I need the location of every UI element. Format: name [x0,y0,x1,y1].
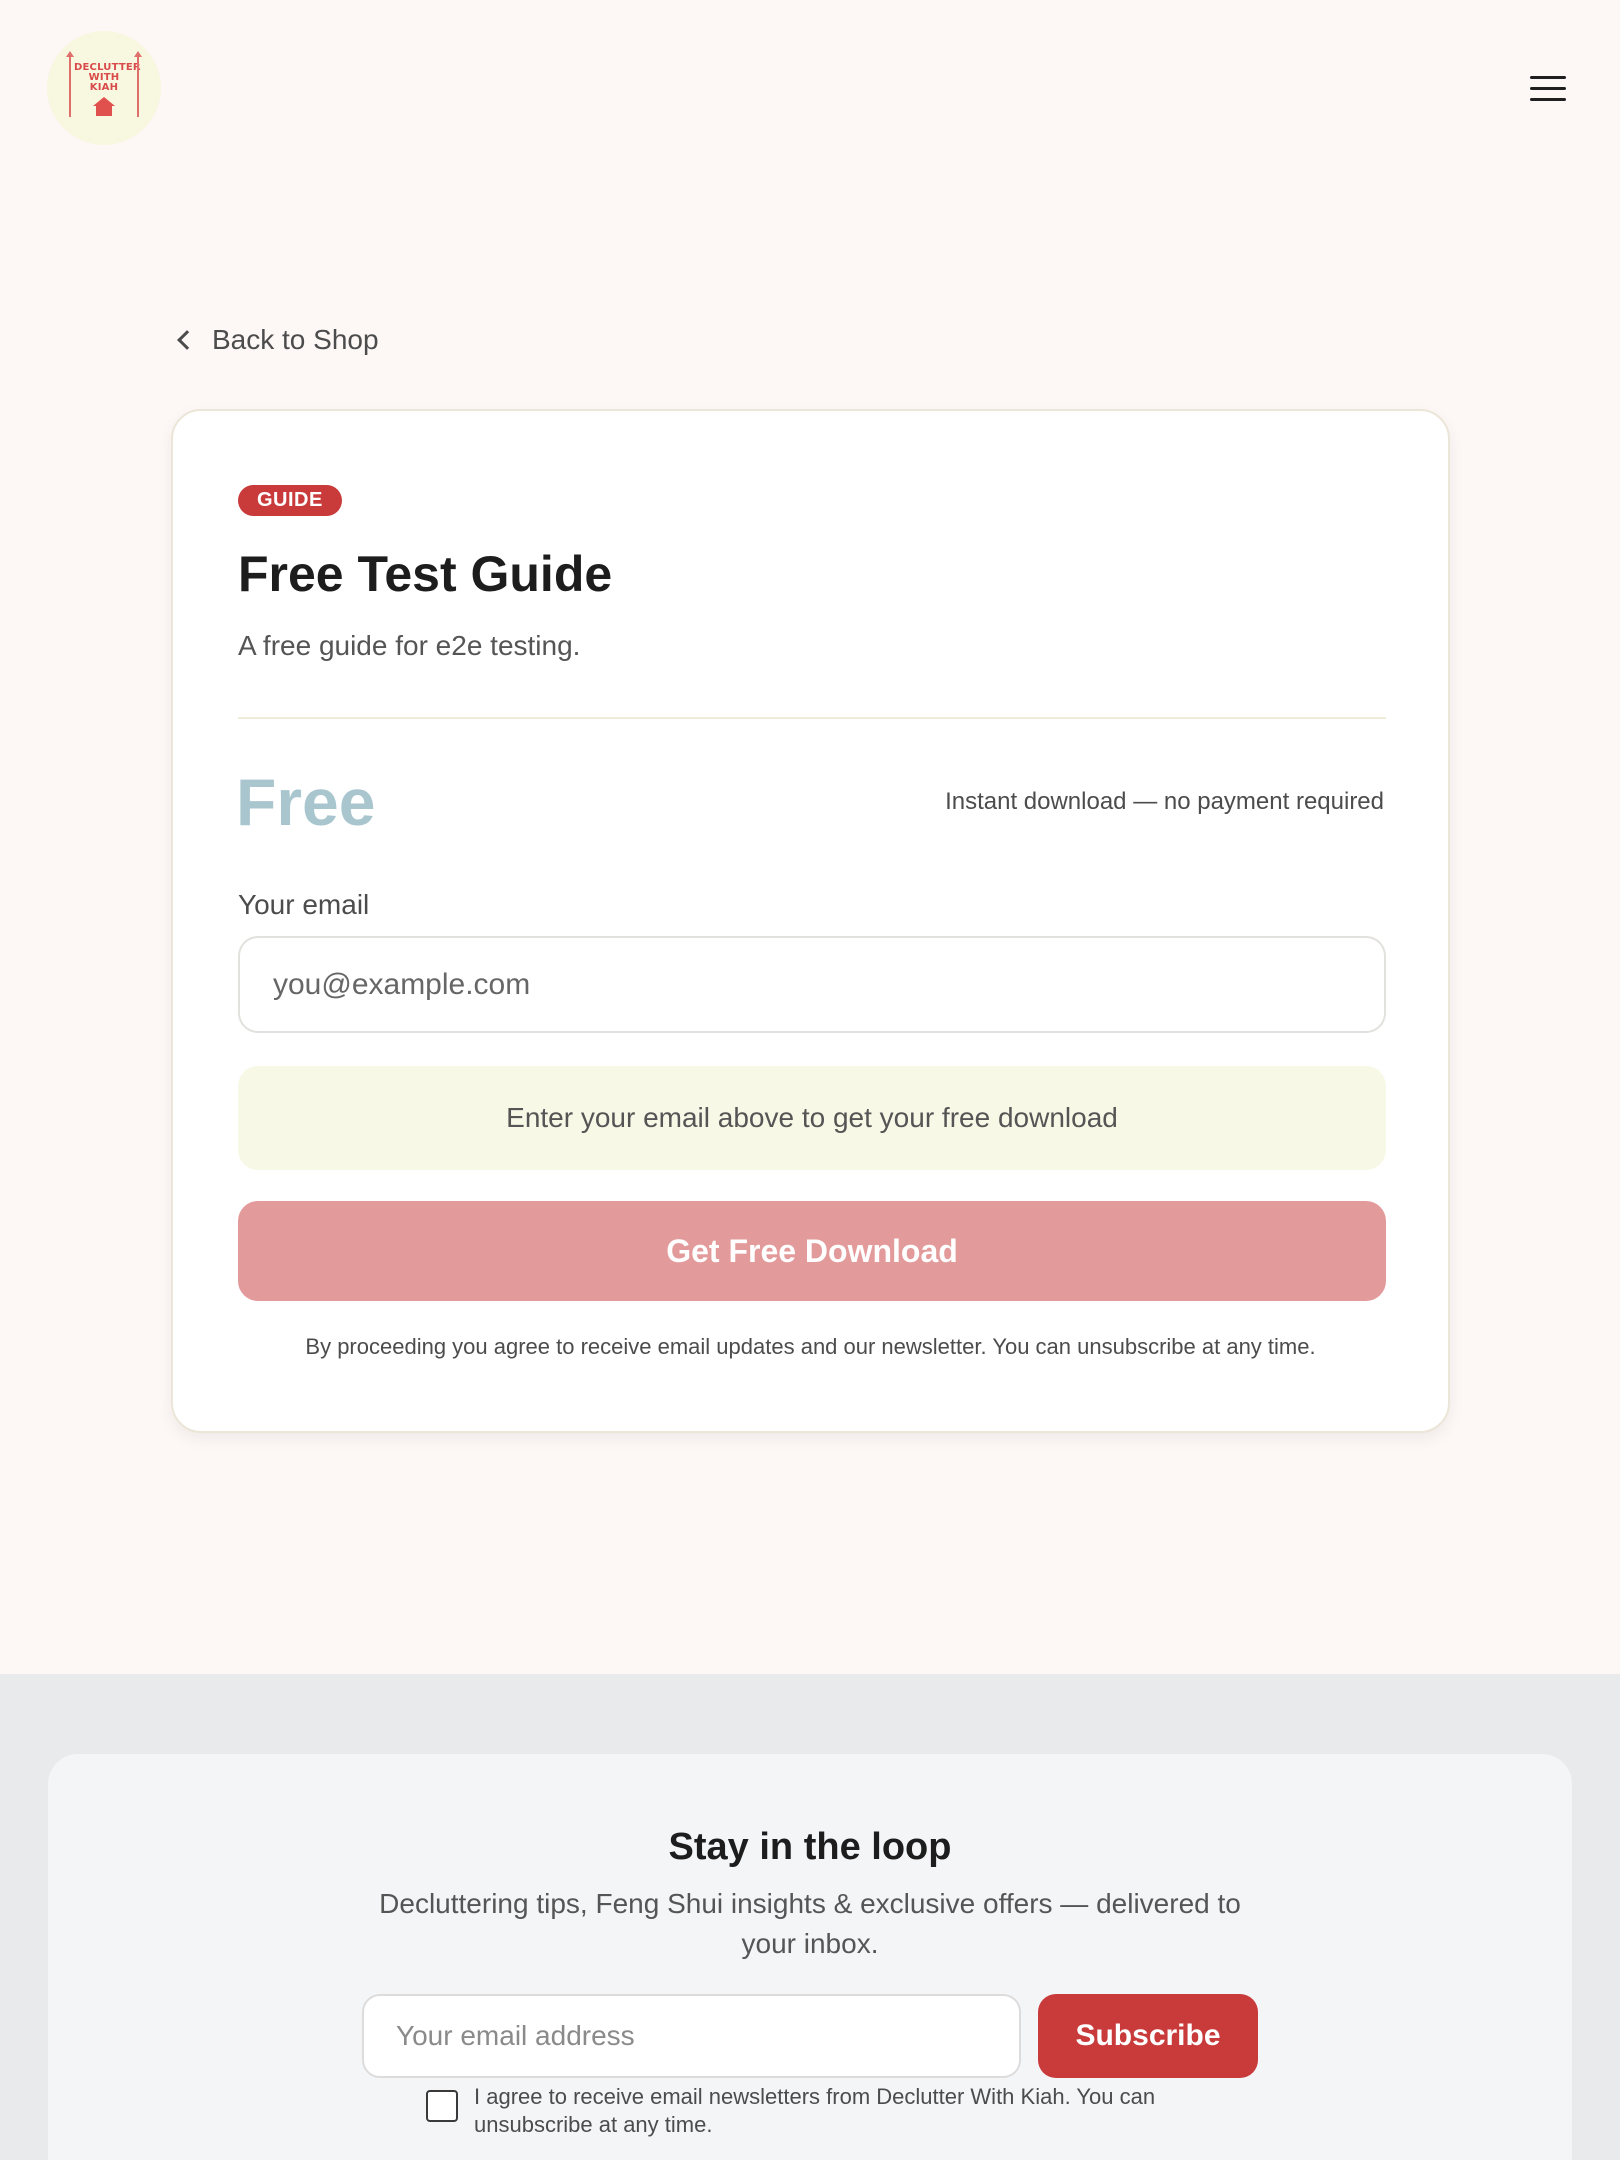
logo-text: DECLUTTER WITH KIAH [74,61,141,93]
product-card: GUIDE Free Test Guide A free guide for e… [171,409,1450,1433]
product-description: A free guide for e2e testing. [238,630,581,661]
get-free-download-button[interactable]: Get Free Download [238,1201,1386,1301]
email-field[interactable] [238,936,1386,1033]
newsletter-title: Stay in the loop [668,1826,952,1868]
email-label: Your email [238,889,370,920]
back-link-label: Back to Shop [212,324,379,355]
product-title: Free Test Guide [238,546,613,602]
site-logo[interactable]: DECLUTTER WITH KIAH [47,31,161,145]
house-icon [93,96,115,116]
hamburger-icon-line [1530,86,1566,90]
hamburger-icon-line [1530,75,1566,79]
consent-checkbox[interactable] [426,2090,458,2122]
chevron-left-icon [177,330,197,350]
newsletter-section: Stay in the loop Decluttering tips, Feng… [48,1754,1572,2160]
newsletter-subtitle: Decluttering tips, Feng Shui insights & … [379,1888,1241,1959]
info-message: Enter your email above to get your free … [238,1066,1386,1170]
back-to-shop-link[interactable]: Back to Shop [172,320,379,360]
page: DECLUTTER WITH KIAH Back to Shop GUIDE F… [0,0,1620,2160]
logo-arrow-icon [134,51,142,117]
legal-notice: By proceeding you agree to receive email… [305,1334,1316,1359]
newsletter-email-input[interactable] [362,1994,1021,2078]
logo-arrow-icon [66,51,74,117]
subscribe-button[interactable]: Subscribe [1038,1994,1258,2078]
hamburger-icon-line [1530,97,1566,101]
price-note: Instant download — no payment required [945,788,1384,815]
menu-button[interactable] [1526,66,1570,110]
product-price: Free [236,765,376,839]
category-badge: GUIDE [238,485,342,516]
consent-label: I agree to receive email newsletters fro… [474,2084,1156,2137]
divider [238,717,1386,719]
site-header: DECLUTTER WITH KIAH [0,0,1620,180]
